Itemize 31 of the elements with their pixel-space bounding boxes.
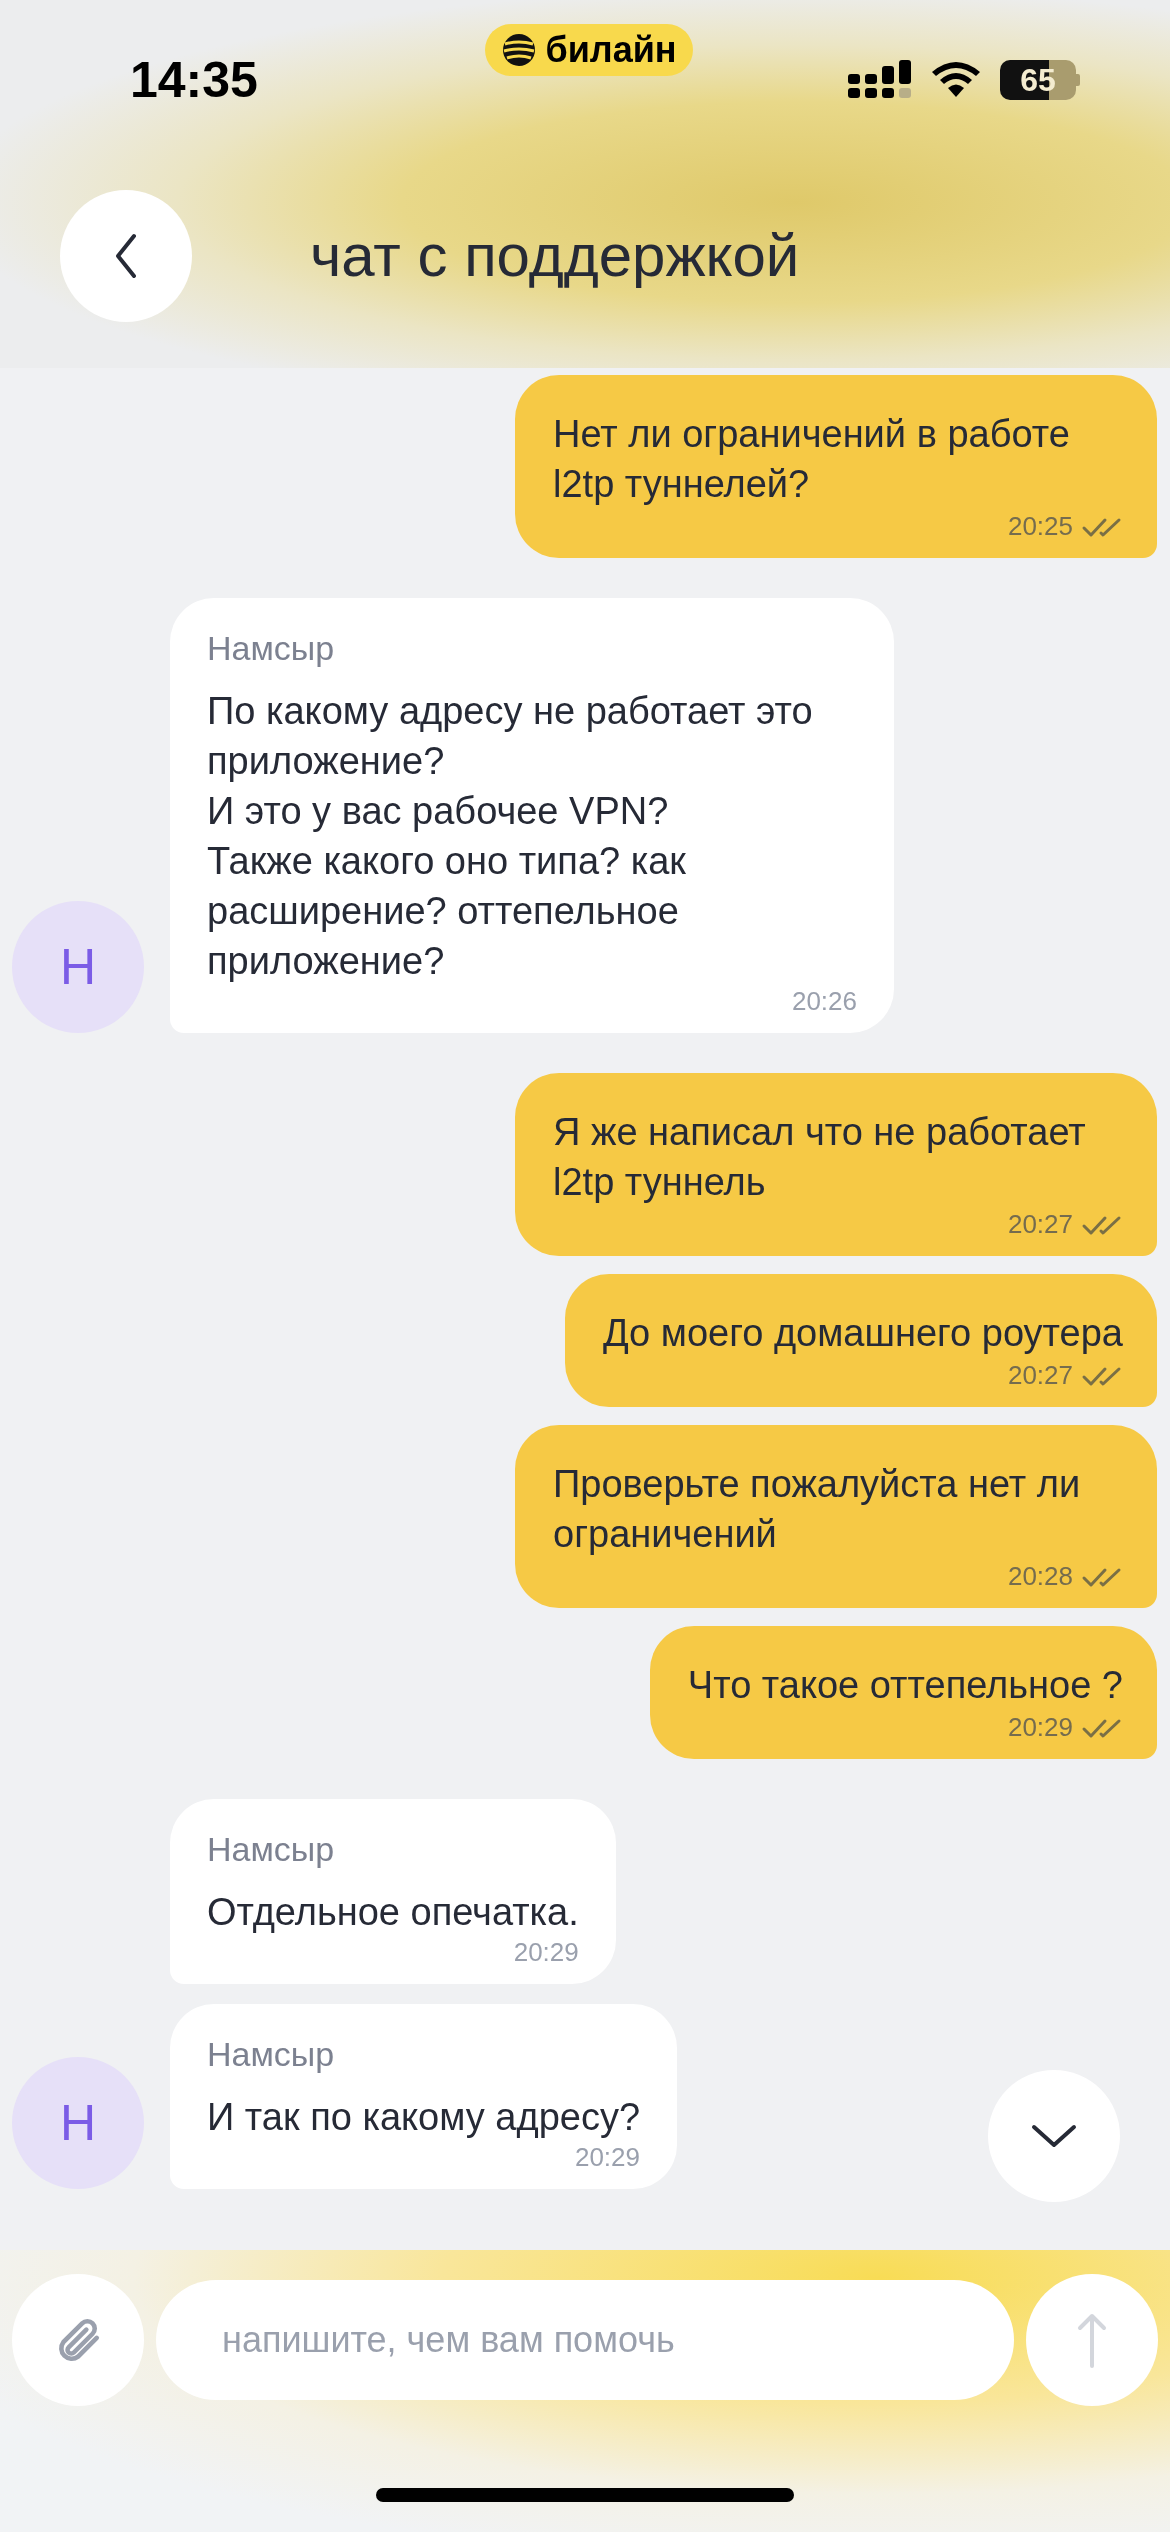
signal-icon [848,60,912,100]
status-time: 14:35 [130,50,259,110]
back-chevron-icon [114,232,138,280]
message-input[interactable]: напишите, чем вам помочь [156,2280,1014,2400]
message-text: Проверьте пожалуйста нет ли ограничений [553,1462,1082,1557]
carrier-name: билайн [545,28,677,72]
message-text: По какому адресу не работает это приложение? И это у вас рабочее VPN? Также какого оно типа? как расширение? оттепельное приложение? [207,689,814,984]
message-text: Отдельное опечатка. [207,1890,579,1935]
message-text: Нет ли ограничений в работе l2tp туннелей? [553,412,1071,507]
sender-name: Намсыр [207,628,336,669]
message-time: 20:26 [791,985,857,1018]
message-text: До моего домашнего роутера [602,1311,1123,1356]
message-time: 20:29 [574,2141,641,2174]
message-text: Что такое оттепельное ? [687,1663,1123,1708]
message-time: 20:29 [513,1936,579,1969]
arrow-up-icon [1077,2312,1107,2368]
chat-title: чат с поддержкой [310,221,800,291]
sender-name: Намсыр [207,2034,336,2075]
avatar: Н [12,901,144,1033]
message-time: 20:25 [1007,510,1073,543]
message-time: 20:28 [1007,1560,1073,1593]
message-text: И так по какому адресу? [207,2095,641,2140]
message-text: Я же написал что не работает l2tp туннель [553,1110,1087,1205]
message-time: 20:27 [1007,1359,1073,1392]
wifi-icon [930,61,982,99]
chevron-down-icon [1030,2123,1078,2149]
message-time: 20:29 [1007,1711,1073,1744]
striped-ball-icon [501,32,538,68]
sender-name: Намсыр [207,1829,336,1870]
avatar: Н [12,2057,144,2189]
message-time: 20:27 [1007,1208,1073,1241]
